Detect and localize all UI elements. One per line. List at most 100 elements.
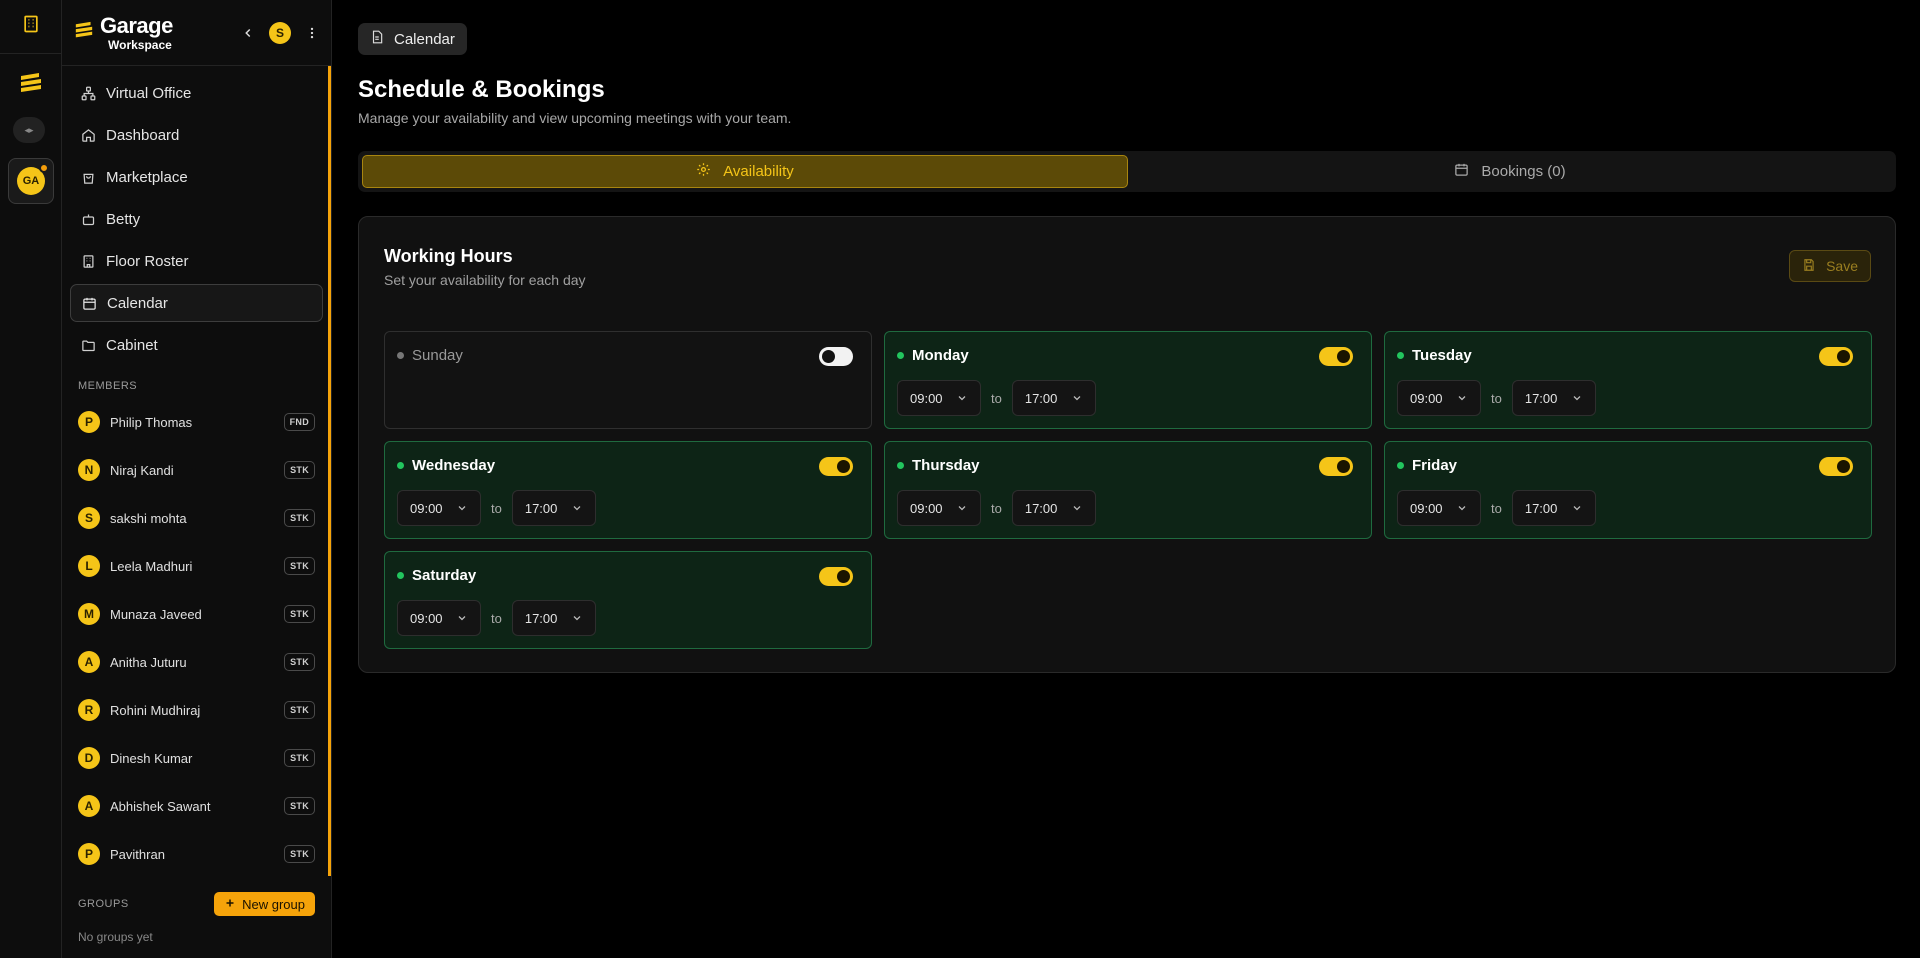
member-item[interactable]: A Abhishek Sawant STK [62,782,331,830]
sidebar-item-dashboard[interactable]: Dashboard [70,116,323,154]
member-item[interactable]: P Pavithran STK [62,830,331,878]
member-item[interactable]: Ssakshi mohta STK [62,494,331,542]
toggle-knob [837,570,850,583]
save-icon [1802,258,1816,275]
sidebar-scrollbar[interactable] [328,66,331,876]
sidebar-item-label: Dashboard [106,126,180,144]
end-time-select[interactable]: 17:00 [1511,380,1596,416]
member-name: Dinesh Kumar [110,750,193,766]
member-item[interactable]: A Anitha Juturu STK [62,638,331,686]
brand[interactable]: Garage Workspace [74,14,173,51]
start-time-value: 09:00 [410,500,443,516]
member-name: Anitha Juturu [110,654,187,670]
chevron-left-icon[interactable] [241,26,255,40]
day-name: Saturday [412,567,477,584]
member-item[interactable]: R Rohini Mudhiraj STK [62,686,331,734]
avatar: N [78,459,100,481]
sidebar-header: Garage Workspace S [62,0,331,66]
start-time-value: 09:00 [1410,500,1443,516]
sidebar-item-marketplace[interactable]: Marketplace [70,158,323,196]
day-name: Thursday [912,457,980,474]
page-title: Schedule & Bookings [358,76,605,103]
sidebar-item-betty[interactable]: Betty [70,200,323,238]
to-label: to [991,390,1002,406]
workspace-avatar: GA [17,163,49,195]
end-time-value: 17:00 [1524,500,1558,516]
page-subtitle: Manage your availability and view upcomi… [358,110,792,126]
members-heading: MEMBERS [78,380,138,392]
workspace-switcher[interactable]: GA [8,158,54,204]
status-dot [1397,352,1404,359]
garage-logo-icon[interactable] [14,66,48,100]
start-time-select[interactable]: 09:00 [397,490,481,526]
sidebar-item-label: Marketplace [106,168,188,186]
save-label: Save [1826,258,1858,274]
chevron-down-icon [1571,502,1583,514]
end-time-select[interactable]: 17:00 [1011,490,1096,526]
members-list: P Philip Thomas FND N Niraj Kandi STK Ssaksh… [62,398,331,878]
start-time-value: 09:00 [910,500,943,516]
day-name: Sunday [412,347,463,364]
end-time-value: 17:00 [1524,390,1558,406]
member-item[interactable]: M Munaza Javeed STK [62,590,331,638]
member-name: Leela Madhuri [110,558,193,574]
sidebar-item-virtual-office[interactable]: Virtual Office [70,74,323,112]
sidebar-item-label: Calendar [107,294,168,312]
new-group-button[interactable]: New group [214,892,315,916]
start-time-select[interactable]: 09:00 [897,380,981,416]
sidebar-item-cabinet[interactable]: Cabinet [70,326,323,364]
start-time-select[interactable]: 09:00 [397,600,481,636]
member-name: Pavithran [110,846,165,862]
day-toggle[interactable] [819,457,853,476]
day-toggle[interactable] [1319,347,1353,366]
start-time-value: 09:00 [410,610,443,626]
start-time-select[interactable]: 09:00 [1397,490,1481,526]
status-dot [397,462,404,469]
toggle-knob [837,460,850,473]
collapse-toggle[interactable]: ◂▸ [13,117,45,143]
working-hours-card: Working Hours Set your availability for … [358,216,1896,673]
home-icon [80,127,96,143]
day-toggle[interactable] [819,567,853,586]
start-time-select[interactable]: 09:00 [1397,380,1481,416]
end-time-select[interactable]: 17:00 [511,600,596,636]
member-item[interactable]: N Niraj Kandi STK [62,446,331,494]
end-time-select[interactable]: 17:00 [511,490,596,526]
calendar-icon [1454,162,1469,181]
avatar: P [78,843,100,865]
user-avatar[interactable]: S [269,21,291,44]
day-toggle[interactable] [1319,457,1353,476]
day-toggle[interactable] [1819,457,1853,476]
role-badge: STK [284,749,315,767]
day-toggle[interactable] [819,347,853,366]
day-toggle[interactable] [1819,347,1853,366]
start-time-select[interactable]: 09:00 [897,490,981,526]
toggle-knob [1337,460,1350,473]
sidebar-item-calendar[interactable]: Calendar [70,284,323,322]
tab-availability[interactable]: Availability [362,155,1128,188]
to-label: to [1491,500,1502,516]
day-name: Friday [1412,457,1458,474]
start-time-value: 09:00 [1410,390,1443,406]
save-button[interactable]: Save [1789,250,1871,282]
day-card-friday: Friday 09:00 to 17:00 [1384,441,1872,539]
member-item[interactable]: D Dinesh Kumar STK [62,734,331,782]
chevron-down-icon [1456,502,1468,514]
end-time-select[interactable]: 17:00 [1011,380,1096,416]
member-item[interactable]: P Philip Thomas FND [62,398,331,446]
chevron-down-icon [1571,392,1583,404]
tab-bookings[interactable]: Bookings (0) [1128,155,1892,188]
building-icon[interactable] [21,14,41,39]
breadcrumb-label: Calendar [394,30,455,48]
more-vertical-icon[interactable] [305,26,319,40]
sidebar-nav: Virtual Office Dashboard Marketplace Bet… [62,66,331,364]
role-badge: STK [284,797,315,815]
card-subtitle: Set your availability for each day [384,272,586,288]
breadcrumb[interactable]: Calendar [358,23,467,55]
member-item[interactable]: L Leela Madhuri STK [62,542,331,590]
role-badge: STK [284,701,315,719]
status-dot [397,572,404,579]
sidebar-item-floor-roster[interactable]: Floor Roster [70,242,323,280]
status-dot [897,352,904,359]
end-time-select[interactable]: 17:00 [1511,490,1596,526]
